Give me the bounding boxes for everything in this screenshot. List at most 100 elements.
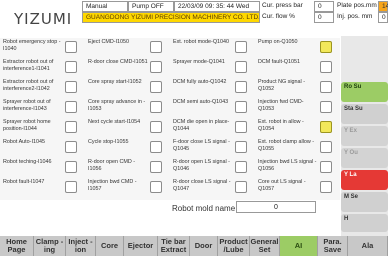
io-indicator [235, 101, 247, 113]
io-row: Extractor robot out of interference2-I10… [0, 78, 83, 97]
io-label: DCM die open in place-Q1044 [173, 119, 230, 132]
bottom-nav: Home Page Clamp -ing Inject -ion Core Ej… [0, 236, 388, 256]
io-label: Pump on-Q1050 [258, 39, 298, 45]
io-label: Robot Auto-I1045 [3, 139, 45, 145]
io-row: Sprayer robot out of interference-I1043 [0, 98, 83, 117]
io-indicator [65, 41, 77, 53]
io-row: Sprayer mode-Q1041 [170, 58, 253, 77]
cur-flow-label: Cur. flow % [262, 13, 295, 20]
io-label: Core spray start-I1052 [88, 79, 142, 85]
tab-para-save[interactable]: Para. Save [318, 236, 348, 256]
mold-name-field[interactable]: 0 [236, 201, 316, 213]
io-row: Injection fwd CMD-Q1053 [255, 98, 338, 117]
tab-ai[interactable]: AI [280, 236, 318, 256]
io-row: Injection bwd LS signal -Q1056 [255, 158, 338, 177]
io-label: Core spray advance in -I1053 [88, 99, 146, 112]
io-row: Injection bwd CMD -I1057 [85, 178, 168, 197]
io-row: Robot teching-I1046 [0, 158, 83, 177]
io-label: Cycle stop-I1055 [88, 139, 129, 145]
tab-product[interactable]: Product /Lube [218, 236, 250, 256]
io-label: Injection fwd CMD-Q1053 [258, 99, 304, 112]
io-row: Pump on-Q1050 [255, 38, 338, 57]
io-label: Core out LS signal -Q1057 [258, 179, 306, 192]
tab-injection[interactable]: Inject -ion [66, 236, 96, 256]
io-signal-panel: Robot emergency stop -I1040 Extractor ro… [0, 38, 340, 200]
tab-alarm[interactable]: Ala [348, 236, 388, 256]
io-row: Ext. robot in allow -Q1054 [255, 118, 338, 137]
io-row: F-door close LS signal -Q1045 [170, 138, 253, 157]
io-indicator [65, 181, 77, 193]
io-indicator [320, 161, 332, 173]
side-button-start[interactable]: Sta Su [341, 104, 388, 124]
io-label: Eject CMD-I1050 [88, 39, 130, 45]
io-indicator [150, 41, 162, 53]
io-row: Core out LS signal -Q1057 [255, 178, 338, 197]
io-label: DCM semi auto-Q1043 [173, 99, 229, 105]
io-indicator [235, 141, 247, 153]
io-row: Core spray start-I1052 [85, 78, 168, 97]
side-button-mode[interactable]: M Se [341, 192, 388, 212]
tab-tie-bar[interactable]: Tie bar Extract [158, 236, 190, 256]
cur-press-value: 0 [314, 1, 334, 12]
io-indicator [150, 181, 162, 193]
yizumi-logo: YIZUMI [14, 10, 73, 28]
io-indicator [65, 161, 77, 173]
io-label: Injection bwd LS signal -Q1056 [258, 159, 317, 172]
tab-door[interactable]: Door [190, 236, 218, 256]
io-indicator [65, 101, 77, 113]
mode-indicator: Manual [82, 1, 128, 12]
io-indicator [150, 101, 162, 113]
plate-pos-label: Plate pos.mm [337, 2, 377, 9]
io-row: Eject CMD-I1050 [85, 38, 168, 57]
io-column-3: Ext. robot mode-Q1040 Sprayer mode-Q1041… [170, 38, 253, 200]
io-row: Extractor robot out of interference1-I10… [0, 58, 83, 77]
io-indicator [150, 61, 162, 73]
header-bar: YIZUMI Manual Pump OFF 22/03/09 09: 35: … [0, 0, 388, 36]
side-button-robot[interactable]: Ro Su [341, 82, 388, 102]
io-label: Sprayer mode-Q1041 [173, 59, 225, 65]
io-row: Robot fault-I1047 [0, 178, 83, 197]
io-row: DCM die open in place-Q1044 [170, 118, 253, 137]
io-indicator [320, 61, 332, 73]
io-row: DCM semi auto-Q1043 [170, 98, 253, 117]
side-button-ext[interactable]: Y Ex [341, 126, 388, 146]
io-row: R-door open CMD -I1056 [85, 158, 168, 177]
side-button-alarm[interactable]: Y La [341, 170, 388, 190]
pump-status: Pump OFF [128, 1, 174, 12]
io-indicator [65, 61, 77, 73]
inj-pos-label: Inj. pos. mm [337, 13, 373, 20]
io-label: Extractor robot out of interference2-I10… [3, 79, 54, 92]
io-indicator [150, 141, 162, 153]
io-row: Robot Auto-I1045 [0, 138, 83, 157]
io-label: F-door close LS signal -Q1045 [173, 139, 230, 152]
io-row: Core spray advance in -I1053 [85, 98, 168, 117]
side-button-h[interactable]: H [341, 214, 388, 232]
io-row: R-door close LS signal -Q1047 [170, 178, 253, 197]
cur-press-label: Cur. press bar [262, 2, 303, 9]
cur-flow-value: 0 [314, 12, 334, 23]
io-indicator [235, 81, 247, 93]
plate-pos-value: 14 [378, 1, 388, 12]
tab-clamping[interactable]: Clamp -ing [34, 236, 66, 256]
tab-home[interactable]: Home Page [0, 236, 34, 256]
io-indicator [150, 121, 162, 133]
io-indicator [235, 121, 247, 133]
io-row: Ext. robot clamp allow -Q1055 [255, 138, 338, 157]
io-row: Next cycle start-I1054 [85, 118, 168, 137]
tab-ejector[interactable]: Ejector [124, 236, 158, 256]
tab-core[interactable]: Core [96, 236, 124, 256]
io-row: Sprayer robot home position-I1044 [0, 118, 83, 137]
io-label: Robot fault-I1047 [3, 179, 45, 185]
io-indicator [150, 81, 162, 93]
io-indicator [150, 161, 162, 173]
io-label: Robot emergency stop -I1040 [3, 39, 61, 52]
io-row: Cycle stop-I1055 [85, 138, 168, 157]
tab-general-set[interactable]: General Set [250, 236, 280, 256]
io-column-4: Pump on-Q1050 DCM fault-Q1051 Product NG… [255, 38, 338, 200]
io-label: R-door open CMD -I1056 [88, 159, 136, 172]
io-label: Robot teching-I1046 [3, 159, 52, 165]
side-button-out[interactable]: Y Ou [341, 148, 388, 168]
io-label: R-door open LS signal -Q1046 [173, 159, 230, 172]
io-label: Sprayer robot out of interference-I1043 [3, 99, 51, 112]
mold-name-label: Robot mold name [172, 204, 236, 213]
